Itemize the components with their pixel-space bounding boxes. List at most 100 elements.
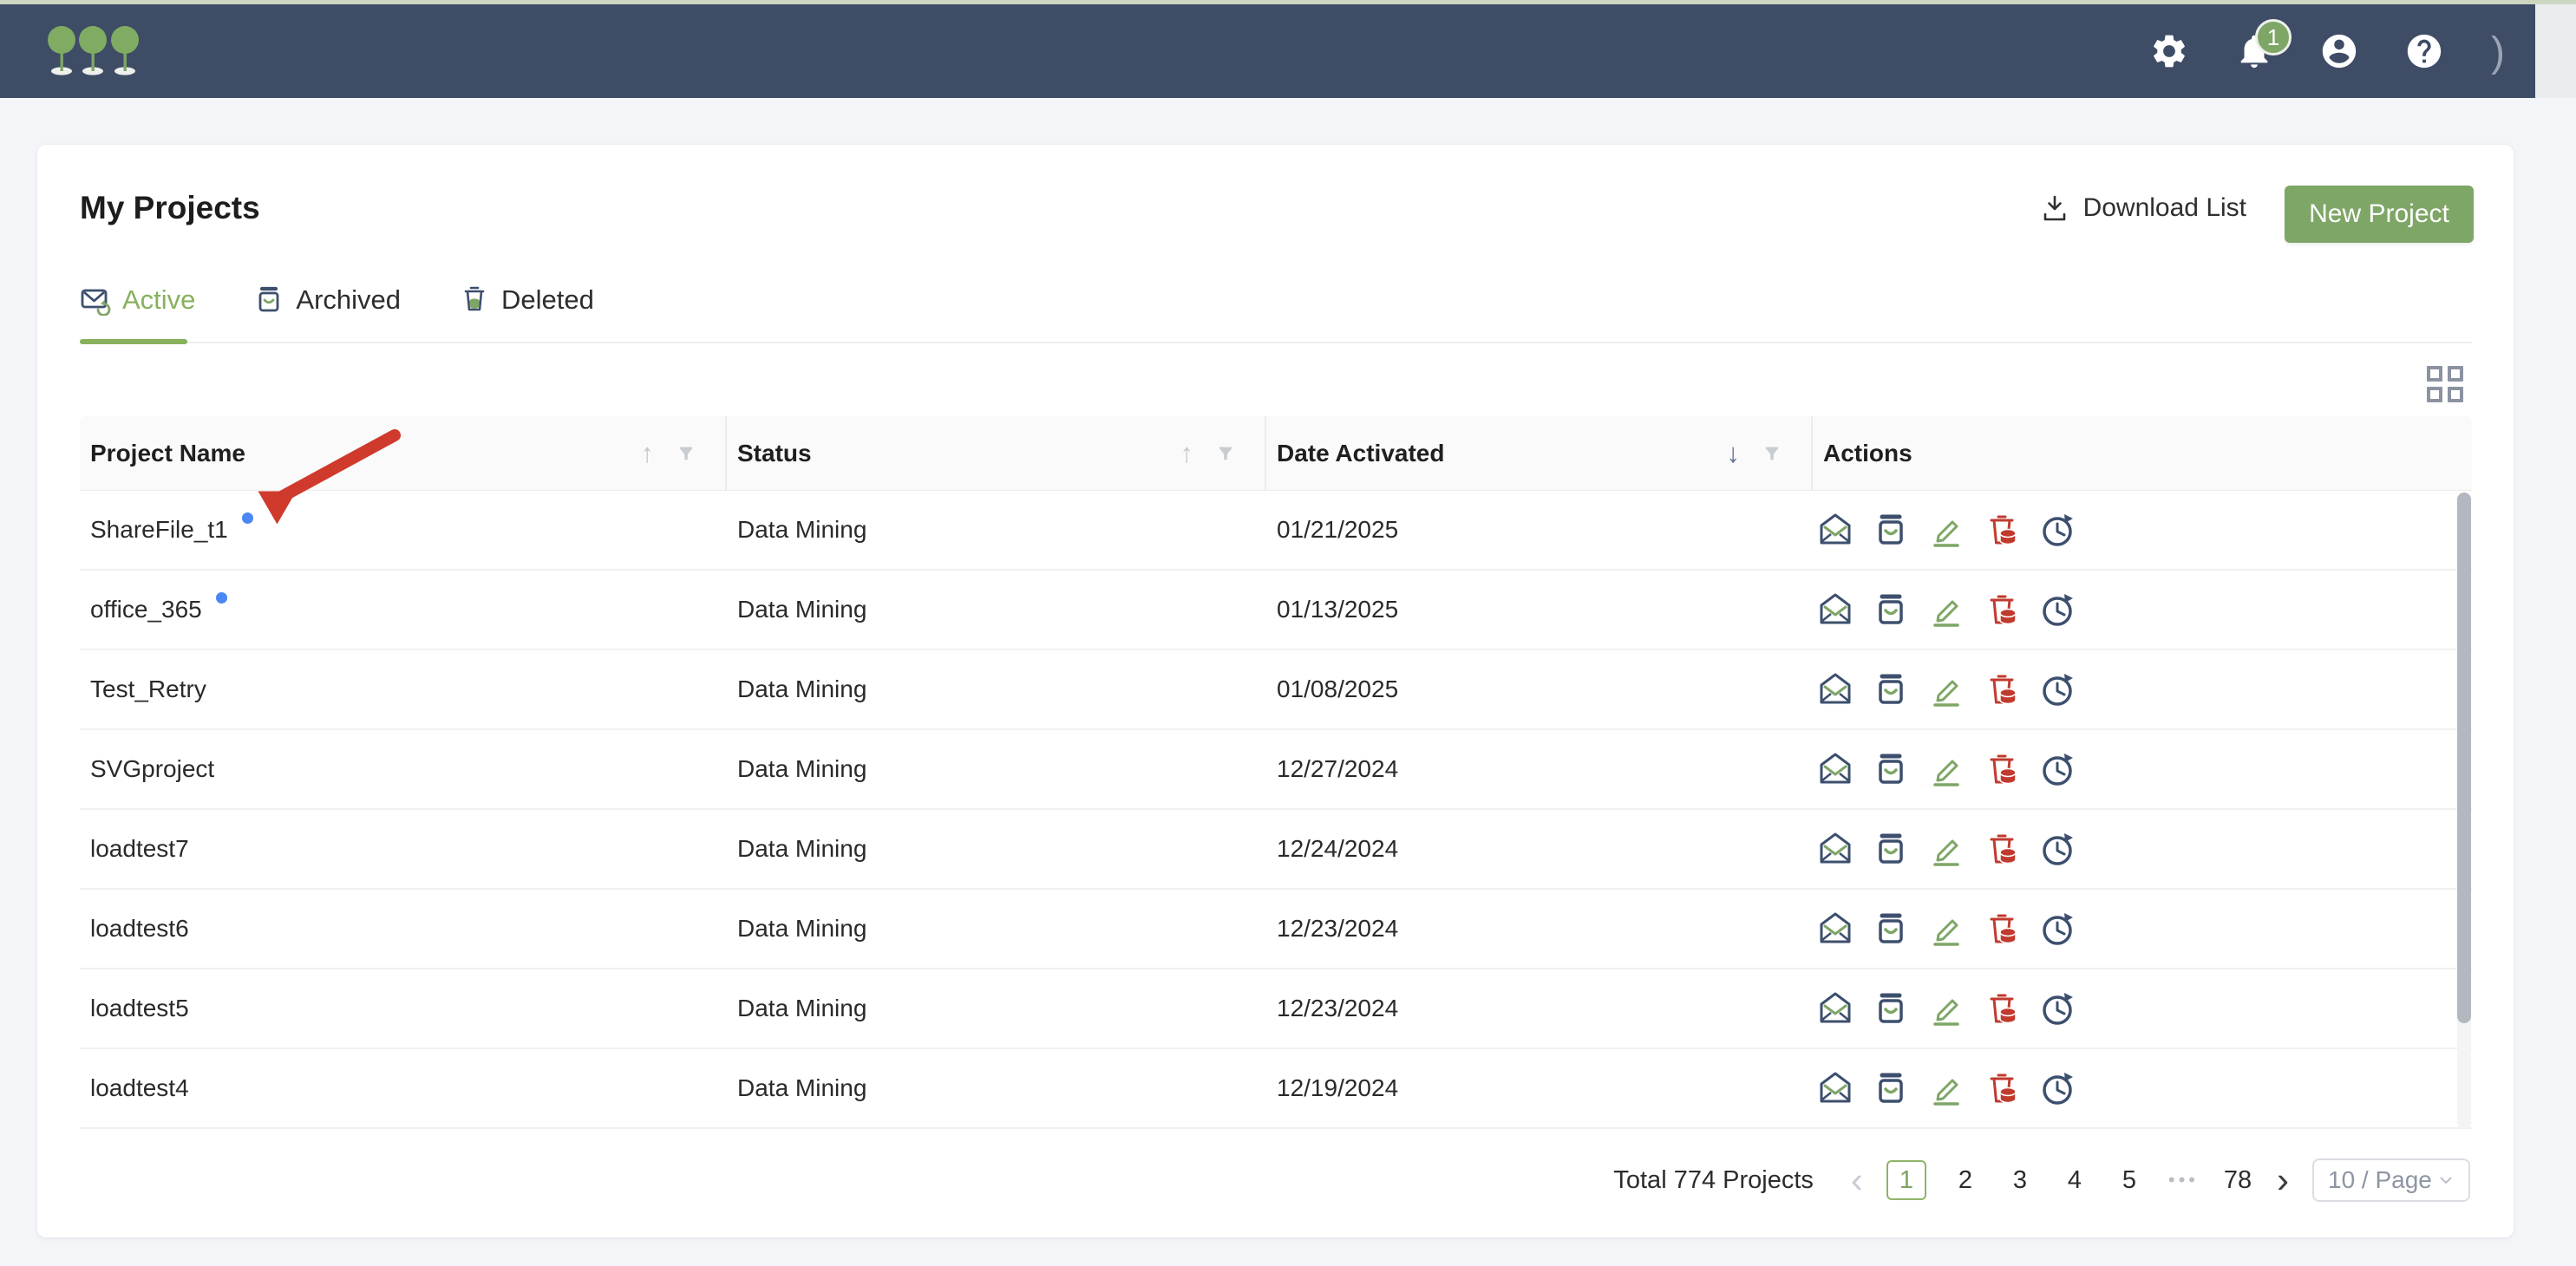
project-name[interactable]: office_365	[90, 596, 202, 623]
app-topbar: 1 )	[0, 4, 2535, 98]
open-mail-icon[interactable]	[1816, 591, 1854, 629]
total-projects-label: Total 774 Projects	[1613, 1166, 1814, 1195]
pagination: Total 774 Projects ‹ 1 2 3 4 5 ••• 78 › …	[1613, 1158, 2470, 1203]
archive-icon[interactable]	[1872, 989, 1910, 1028]
history-clock-icon[interactable]	[2038, 1069, 2076, 1107]
edit-pencil-icon[interactable]	[1927, 989, 1965, 1028]
edit-pencil-icon[interactable]	[1927, 750, 1965, 788]
open-mail-icon[interactable]	[1816, 989, 1854, 1028]
browser-scrollbar-gutter[interactable]	[2535, 4, 2576, 98]
window-top-accent-strip	[0, 0, 2576, 4]
delete-data-icon[interactable]	[1983, 1069, 2021, 1107]
tab-active-label: Active	[122, 284, 195, 316]
history-clock-icon[interactable]	[2038, 511, 2076, 549]
archive-icon[interactable]	[1872, 1069, 1910, 1107]
table-header-row: Project Name ↑ Status ↑ Date Activated	[80, 416, 2472, 491]
tab-deleted-label: Deleted	[501, 284, 594, 316]
table-scrollbar-thumb[interactable]	[2457, 493, 2471, 1023]
projects-card: My Projects Download List New Project Ac…	[37, 145, 2514, 1237]
tab-archived[interactable]: Archived	[253, 273, 401, 327]
open-mail-icon[interactable]	[1816, 1069, 1854, 1107]
history-clock-icon[interactable]	[2038, 989, 2076, 1028]
table-row[interactable]: loadtest7 Data Mining 12/24/2024	[80, 810, 2472, 890]
project-status: Data Mining	[727, 835, 1266, 863]
archive-icon[interactable]	[1872, 591, 1910, 629]
project-name[interactable]: loadtest7	[90, 835, 189, 863]
archive-icon[interactable]	[1872, 910, 1910, 948]
column-label: Actions	[1823, 440, 1912, 467]
table-row[interactable]: office_365 Data Mining 01/13/2025	[80, 571, 2472, 650]
edit-pencil-icon[interactable]	[1927, 670, 1965, 708]
delete-data-icon[interactable]	[1983, 670, 2021, 708]
tab-deleted[interactable]: Deleted	[459, 273, 594, 327]
table-row[interactable]: SVGproject Data Mining 12/27/2024	[80, 730, 2472, 810]
pagination-prev-icon[interactable]: ‹	[1851, 1162, 1863, 1198]
new-project-button[interactable]: New Project	[2285, 186, 2474, 243]
filter-funnel-icon[interactable]	[1762, 444, 1782, 463]
table-row[interactable]: loadtest6 Data Mining 12/23/2024	[80, 890, 2472, 969]
pagination-page-3[interactable]: 3	[2004, 1166, 2036, 1195]
archive-icon[interactable]	[1872, 670, 1910, 708]
table-row[interactable]: loadtest4 Data Mining 12/19/2024	[80, 1049, 2472, 1129]
pagination-page-4[interactable]: 4	[2059, 1166, 2090, 1195]
project-name[interactable]: loadtest5	[90, 995, 189, 1022]
table-row[interactable]: loadtest5 Data Mining 12/23/2024	[80, 969, 2472, 1049]
archive-icon[interactable]	[1872, 830, 1910, 868]
edit-pencil-icon[interactable]	[1927, 511, 1965, 549]
sort-desc-icon[interactable]: ↓	[1727, 438, 1741, 469]
pagination-page-2[interactable]: 2	[1950, 1166, 1981, 1195]
project-status: Data Mining	[727, 755, 1266, 783]
brand-logo-trees-icon[interactable]	[48, 25, 140, 83]
pagination-page-78[interactable]: 78	[2222, 1166, 2253, 1195]
open-mail-icon[interactable]	[1816, 670, 1854, 708]
download-list-button[interactable]: Download List	[2040, 193, 2246, 223]
grid-view-toggle-icon[interactable]	[2427, 366, 2465, 404]
sort-asc-icon[interactable]: ↑	[641, 438, 655, 469]
pagination-ellipsis[interactable]: •••	[2168, 1169, 2199, 1191]
delete-data-icon[interactable]	[1983, 591, 2021, 629]
project-name[interactable]: ShareFile_t1	[90, 516, 228, 544]
history-clock-icon[interactable]	[2038, 830, 2076, 868]
history-clock-icon[interactable]	[2038, 670, 2076, 708]
archive-icon[interactable]	[1872, 750, 1910, 788]
sort-asc-icon[interactable]: ↑	[1180, 438, 1194, 469]
delete-data-icon[interactable]	[1983, 989, 2021, 1028]
table-row[interactable]: ShareFile_t1 Data Mining 01/21/2025	[80, 491, 2472, 571]
page-size-select[interactable]: 10 / Page	[2312, 1158, 2470, 1202]
open-mail-icon[interactable]	[1816, 750, 1854, 788]
column-label: Date Activated	[1277, 440, 1444, 467]
project-name[interactable]: loadtest4	[90, 1074, 189, 1102]
delete-data-icon[interactable]	[1983, 830, 2021, 868]
filter-funnel-icon[interactable]	[1216, 444, 1235, 463]
project-name[interactable]: SVGproject	[90, 755, 214, 783]
history-clock-icon[interactable]	[2038, 591, 2076, 629]
pagination-page-5[interactable]: 5	[2114, 1166, 2145, 1195]
table-row[interactable]: Test_Retry Data Mining 01/08/2025	[80, 650, 2472, 730]
edit-pencil-icon[interactable]	[1927, 910, 1965, 948]
help-question-icon[interactable]	[2404, 31, 2444, 71]
archive-icon[interactable]	[1872, 511, 1910, 549]
history-clock-icon[interactable]	[2038, 750, 2076, 788]
delete-data-icon[interactable]	[1983, 750, 2021, 788]
open-mail-icon[interactable]	[1816, 830, 1854, 868]
pagination-page-1-active[interactable]: 1	[1886, 1160, 1926, 1200]
clipped-edge-element: )	[2491, 29, 2505, 76]
tab-active[interactable]: Active	[80, 273, 195, 327]
project-name[interactable]: loadtest6	[90, 915, 189, 943]
account-avatar-icon[interactable]	[2319, 31, 2359, 71]
delete-data-icon[interactable]	[1983, 910, 2021, 948]
open-mail-icon[interactable]	[1816, 910, 1854, 948]
tabs-divider	[80, 342, 2472, 343]
edit-pencil-icon[interactable]	[1927, 1069, 1965, 1107]
history-clock-icon[interactable]	[2038, 910, 2076, 948]
open-mail-icon[interactable]	[1816, 511, 1854, 549]
notification-count-badge[interactable]: 1	[2255, 19, 2292, 55]
filter-funnel-icon[interactable]	[677, 444, 696, 463]
edit-pencil-icon[interactable]	[1927, 830, 1965, 868]
notifications-bell-icon[interactable]: 1	[2234, 31, 2274, 71]
delete-data-icon[interactable]	[1983, 511, 2021, 549]
project-name[interactable]: Test_Retry	[90, 675, 206, 703]
pagination-next-icon[interactable]: ›	[2277, 1162, 2289, 1198]
edit-pencil-icon[interactable]	[1927, 591, 1965, 629]
settings-gear-icon[interactable]	[2149, 31, 2189, 71]
